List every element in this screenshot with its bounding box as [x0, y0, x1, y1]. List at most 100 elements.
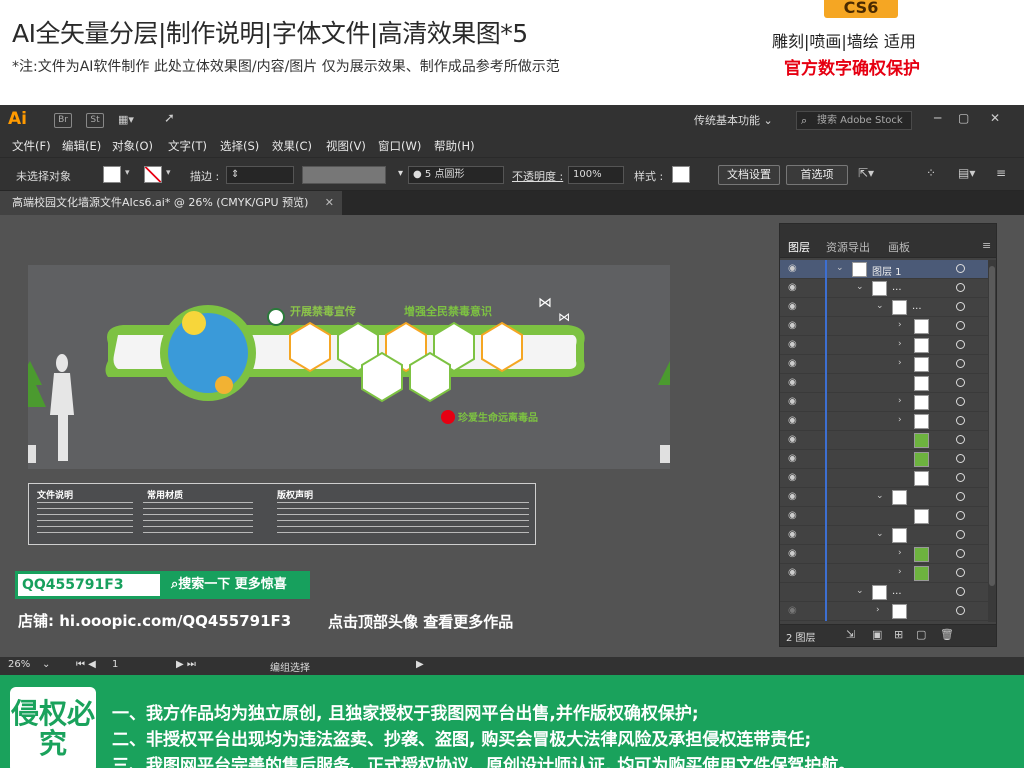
target-icon[interactable] [956, 302, 965, 311]
target-icon[interactable] [956, 397, 965, 406]
new-sublayer-icon[interactable]: ⊞ [894, 628, 903, 641]
sync-icon[interactable]: ⁘ [926, 166, 936, 180]
chevron-right-icon[interactable]: › [898, 339, 902, 349]
chevron-right-icon[interactable]: › [898, 415, 902, 425]
close-tab-icon[interactable]: ✕ [325, 191, 334, 215]
stock-button[interactable]: St [86, 113, 104, 128]
eye-icon[interactable]: ◉ [788, 358, 797, 369]
layer-row[interactable]: ◉ ⌄... [780, 298, 988, 317]
layer-row[interactable]: ◉ ⌄ [780, 526, 988, 545]
target-icon[interactable] [956, 568, 965, 577]
tab-layers[interactable]: 图层 [788, 239, 810, 255]
scroll-thumb[interactable] [989, 266, 995, 586]
menu-select[interactable]: 选择(S) [220, 138, 259, 154]
style-swatch[interactable] [672, 166, 690, 183]
chevron-right-icon[interactable]: › [898, 320, 902, 330]
gpu-rocket-icon[interactable]: ➚ [164, 111, 175, 126]
layer-row[interactable]: ◉ › [780, 602, 988, 621]
target-icon[interactable] [956, 340, 965, 349]
menu-window[interactable]: 窗口(W) [378, 138, 421, 154]
chevron-down-icon[interactable]: ⌄ [876, 301, 884, 311]
chevron-down-icon[interactable]: ▾ [166, 168, 171, 178]
search-more-button[interactable]: ⌕搜索一下 更多惊喜 [163, 571, 310, 599]
stroke-swatch[interactable] [144, 166, 162, 183]
artboard-number[interactable]: 1 [112, 659, 118, 670]
layer-row[interactable]: ◉ [780, 469, 988, 488]
target-icon[interactable] [956, 416, 965, 425]
eye-icon[interactable]: ◉ [788, 529, 797, 540]
target-icon[interactable] [956, 359, 965, 368]
target-icon[interactable] [956, 530, 965, 539]
layer-row[interactable]: ◉ ⌄ [780, 488, 988, 507]
panel-collapse-bar[interactable] [780, 224, 996, 236]
arrange-docs-icon[interactable]: ▦▾ [118, 113, 152, 128]
delete-icon[interactable]: 🗑 [940, 628, 954, 641]
eye-icon[interactable]: ◉ [788, 301, 797, 312]
eye-icon[interactable]: ◉ [788, 415, 797, 426]
next-artboard-icon[interactable]: ▶ ⏭ [176, 659, 196, 670]
chevron-right-icon[interactable]: › [898, 358, 902, 368]
eye-icon[interactable]: ◉ [788, 510, 797, 521]
menu-object[interactable]: 对象(O) [112, 138, 153, 154]
target-icon[interactable] [956, 454, 965, 463]
align-icon[interactable]: ▤▾ [958, 166, 975, 180]
artboard[interactable]: ⋈ ⋈ 开展禁毒宣传 增强全民禁毒意识 珍爱生命远离毒品 [14, 265, 682, 469]
target-icon[interactable] [956, 264, 965, 273]
target-icon[interactable] [956, 606, 965, 615]
maximize-icon[interactable]: ▢ [958, 111, 969, 125]
minimize-icon[interactable]: ─ [934, 111, 941, 125]
target-icon[interactable] [956, 511, 965, 520]
eye-icon[interactable]: ◉ [788, 491, 797, 502]
brush-dropdown[interactable]: ● 5 点圆形 [408, 166, 504, 184]
stroke-weight-field[interactable]: ⇕ [226, 166, 294, 184]
target-icon[interactable] [956, 473, 965, 482]
eye-icon[interactable]: ◉ [788, 567, 797, 578]
eye-icon[interactable]: ◉ [788, 472, 797, 483]
layer-row[interactable]: ◉ › [780, 564, 988, 583]
document-tab[interactable]: 高端校园文化墙源文件AIcs6.ai* @ 26% (CMYK/GPU 预览) … [0, 191, 342, 215]
target-icon[interactable] [956, 378, 965, 387]
eye-icon[interactable]: ◉ [788, 548, 797, 559]
menu-type[interactable]: 文字(T) [168, 138, 207, 154]
eye-icon[interactable]: ◉ [788, 339, 797, 350]
workspace-switcher[interactable]: 传统基本功能 ⌄ [694, 112, 773, 128]
menu-edit[interactable]: 编辑(E) [62, 138, 101, 154]
chevron-down-icon[interactable]: ⌄ [856, 586, 864, 596]
layer-row[interactable]: ◉ [780, 450, 988, 469]
first-artboard-icon[interactable]: ⏮ ◀ [76, 659, 96, 670]
target-icon[interactable] [956, 549, 965, 558]
chevron-right-icon[interactable]: › [898, 567, 902, 577]
layer-row[interactable]: ◉ › [780, 412, 988, 431]
panel-menu-icon[interactable]: ≡ [996, 166, 1006, 180]
chevron-right-icon[interactable]: › [898, 548, 902, 558]
chevron-down-icon[interactable]: ⌄ [876, 491, 884, 501]
menu-effect[interactable]: 效果(C) [272, 138, 312, 154]
chevron-down-icon[interactable]: ▾ [394, 166, 404, 184]
clipping-mask-icon[interactable]: ▣ [872, 628, 882, 641]
layer-row[interactable]: ◉ › [780, 355, 988, 374]
chevron-right-icon[interactable]: › [898, 396, 902, 406]
canvas-area[interactable]: ⋈ ⋈ 开展禁毒宣传 增强全民禁毒意识 珍爱生命远离毒品 文件说明 常用材质 版… [0, 215, 1024, 657]
layer-row[interactable]: ⌄... [780, 583, 988, 602]
chevron-down-icon[interactable]: ⌄ [876, 529, 884, 539]
document-setup-button[interactable]: 文档设置 [718, 165, 780, 185]
chevron-down-icon[interactable]: ⌄ [42, 659, 50, 670]
close-icon[interactable]: ✕ [990, 111, 1000, 125]
layer-row[interactable]: ◉ › [780, 336, 988, 355]
target-icon[interactable] [956, 492, 965, 501]
eye-icon[interactable]: ◉ [788, 605, 797, 616]
layer-row[interactable]: ◉ › [780, 393, 988, 412]
panel-menu-icon[interactable]: ≡ [982, 239, 991, 252]
layers-scrollbar[interactable] [988, 260, 996, 622]
layer-row[interactable]: ◉ › [780, 545, 988, 564]
chevron-down-icon[interactable]: ⌄ [836, 263, 844, 273]
target-icon[interactable] [956, 283, 965, 292]
target-icon[interactable] [956, 587, 965, 596]
eye-icon[interactable]: ◉ [788, 263, 797, 274]
target-icon[interactable] [956, 321, 965, 330]
eye-icon[interactable]: ◉ [788, 377, 797, 388]
target-icon[interactable] [956, 435, 965, 444]
menu-file[interactable]: 文件(F) [12, 138, 51, 154]
opacity-field[interactable]: 100% [568, 166, 624, 184]
eye-icon[interactable]: ◉ [788, 453, 797, 464]
